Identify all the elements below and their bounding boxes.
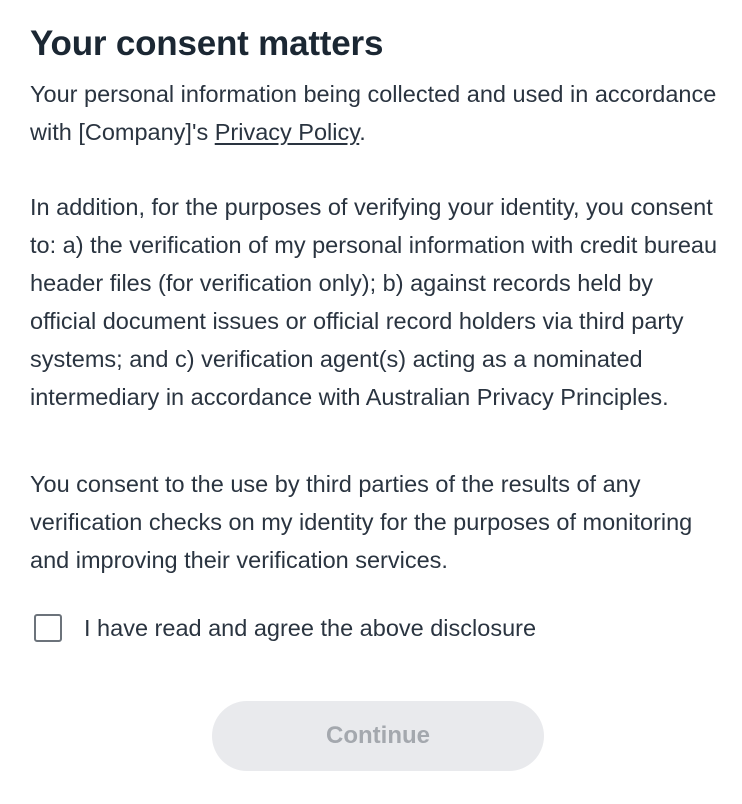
agree-checkbox[interactable] xyxy=(34,614,62,642)
page-title: Your consent matters xyxy=(30,24,384,63)
privacy-policy-link[interactable]: Privacy Policy xyxy=(215,119,360,145)
agree-label[interactable]: I have read and agree the above disclosu… xyxy=(84,609,536,647)
agree-row[interactable]: I have read and agree the above disclosu… xyxy=(34,609,536,647)
verification-consent-paragraph: In addition, for the purposes of verifyi… xyxy=(30,194,718,410)
privacy-notice-text: Your personal information being collecte… xyxy=(30,81,717,145)
privacy-notice-paragraph: Your personal information being collecte… xyxy=(30,75,720,151)
third-party-consent-paragraph: You consent to the use by third parties … xyxy=(30,471,693,573)
consent-page: Your consent matters Your personal infor… xyxy=(0,0,742,804)
continue-button[interactable]: Continue xyxy=(212,701,544,771)
privacy-notice-end: . xyxy=(359,119,366,145)
